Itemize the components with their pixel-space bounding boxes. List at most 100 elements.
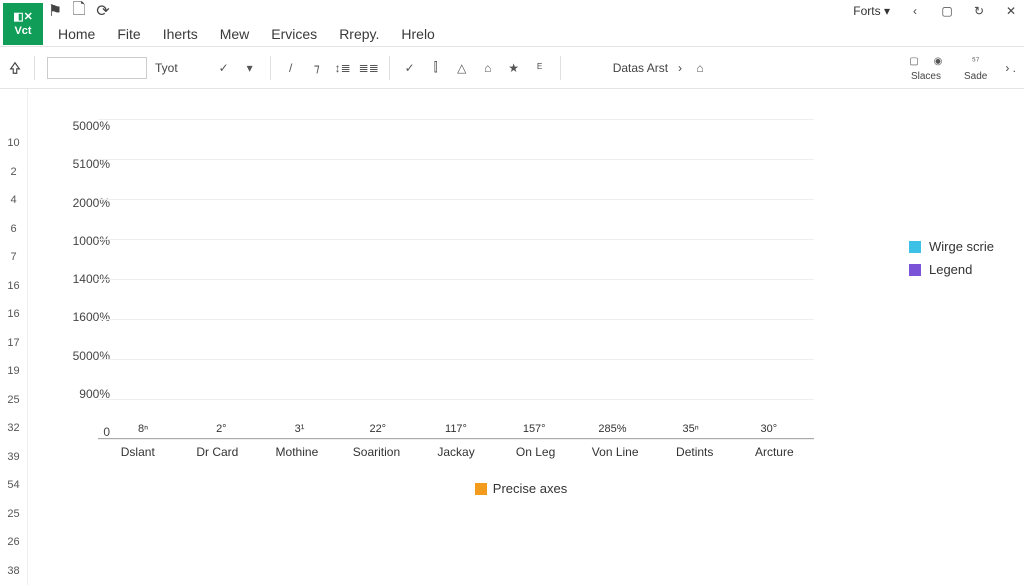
chart-legend: Wirge scrie Legend [909, 239, 994, 285]
toolbar: Tyot ✓ ▾ / ⁊ ↕≣ ≣≣ ✓ ⫿ △ ⌂ ★ ᴱ Datas Ars… [0, 47, 1024, 89]
app-badge-top: ◧✕ [13, 10, 33, 24]
quick-access: ⚑ 🗋 ⟳ [48, 4, 110, 18]
app-badge: ◧✕ Vct [3, 3, 43, 45]
datas-arst-label[interactable]: Datas Arst [613, 61, 668, 75]
x-tick-label: Dslant [98, 439, 178, 459]
sade-label: Sade [964, 71, 987, 82]
row-header[interactable]: 17 [0, 329, 27, 358]
row-header[interactable]: 16 [0, 300, 27, 329]
app-badge-bottom: Vct [14, 24, 31, 38]
row-headers: 1024671616171925323954252638 [0, 89, 28, 585]
forts-dropdown[interactable]: Forts ▾ [853, 4, 890, 18]
bar-value-label: 117° [445, 423, 467, 435]
sort-icon[interactable]: ↕≣ [335, 60, 351, 76]
check-icon[interactable]: ✓ [216, 60, 232, 76]
reload-icon[interactable]: ↻ [972, 4, 986, 18]
title-swatch [475, 483, 487, 495]
flag-icon[interactable]: ⚑ [48, 4, 62, 18]
tyot-label: Tyot [155, 61, 178, 75]
menu-iherts[interactable]: Iherts [163, 26, 198, 42]
menubar: Home Fite Iherts Mew Ervices Rrepy. Hrel… [0, 22, 1024, 47]
slaces-icon-1: ▢ [906, 53, 922, 69]
breadcrumb-sep: › [678, 61, 682, 75]
list-icon[interactable]: ≣≣ [361, 60, 377, 76]
legend-label: Legend [929, 262, 972, 277]
x-tick-label: Dr Card [178, 439, 258, 459]
refresh-icon[interactable]: ⟳ [96, 4, 110, 18]
menu-ervices[interactable]: Ervices [271, 26, 317, 42]
x-axis-labels: DslantDr CardMothineSoaritionJackayOn Le… [98, 439, 814, 459]
row-header[interactable]: 19 [0, 357, 27, 386]
row-header[interactable]: 25 [0, 386, 27, 415]
menu-hrelo[interactable]: Hrelo [401, 26, 434, 42]
bar-value-label: 35ⁿ [683, 423, 699, 435]
legend-item: Legend [909, 262, 994, 277]
row-header[interactable]: 38 [0, 557, 27, 585]
chart-container: 5000%5100%2000%1000%1400%1600%5000%900%0… [28, 89, 1024, 585]
home2-icon[interactable]: ⌂ [692, 60, 708, 76]
row-header[interactable]: 26 [0, 528, 27, 557]
legend-swatch [909, 264, 921, 276]
slaces-label: Slaces [911, 71, 941, 82]
chart-plot: 5000%5100%2000%1000%1400%1600%5000%900%0… [98, 119, 814, 439]
box-icon[interactable]: ▢ [940, 4, 954, 18]
bar-value-label: 22° [369, 423, 386, 435]
menu-home[interactable]: Home [58, 26, 95, 42]
row-header[interactable]: 6 [0, 215, 27, 244]
cell-reference-input[interactable] [47, 57, 147, 79]
chevron-down-icon[interactable]: ▾ [242, 60, 258, 76]
x-tick-label: Detints [655, 439, 735, 459]
x-tick-label: Mothine [257, 439, 337, 459]
legend-swatch [909, 241, 921, 253]
bar-value-label: 3¹ [295, 423, 305, 435]
exp-icon[interactable]: ᴱ [532, 60, 548, 76]
x-tick-label: Soarition [337, 439, 417, 459]
triangle-icon[interactable]: △ [454, 60, 470, 76]
row-header[interactable]: 54 [0, 471, 27, 500]
menu-mew[interactable]: Mew [220, 26, 250, 42]
row-header[interactable]: 16 [0, 272, 27, 301]
window-controls: Forts ▾ ‹ ▢ ↻ ✕ [853, 4, 1018, 18]
row-header[interactable]: 2 [0, 158, 27, 187]
sade-panel[interactable]: ⁵⁷ Sade [964, 53, 987, 82]
row-header[interactable]: 32 [0, 414, 27, 443]
check2-icon[interactable]: ✓ [402, 60, 418, 76]
row-header[interactable]: 39 [0, 443, 27, 472]
legend-item: Wirge scrie [909, 239, 994, 254]
row-header[interactable]: 25 [0, 500, 27, 529]
chart-title-text: Precise axes [493, 481, 567, 496]
x-tick-label: Arcture [735, 439, 815, 459]
slaces-icon-2: ◉ [930, 53, 946, 69]
up-arrow-icon[interactable] [8, 61, 22, 75]
menu-fite[interactable]: Fite [117, 26, 140, 42]
format-icon[interactable]: ⁊ [309, 60, 325, 76]
main-area: 1024671616171925323954252638 5000%5100%2… [0, 89, 1024, 585]
chart-title: Precise axes [58, 481, 984, 496]
newfile-icon[interactable]: 🗋 [72, 4, 86, 18]
star-icon[interactable]: ★ [506, 60, 522, 76]
bar-value-label: 285% [598, 423, 626, 435]
back-icon[interactable]: ‹ [908, 4, 922, 18]
slaces-panel[interactable]: ▢ ◉ Slaces [906, 53, 946, 82]
toolbar-group-3: ✓ ⫿ △ ⌂ ★ ᴱ [402, 60, 548, 76]
titlebar: ⚑ 🗋 ⟳ Forts ▾ ‹ ▢ ↻ ✕ [0, 0, 1024, 22]
italic-icon[interactable]: / [283, 60, 299, 76]
toolbar-group-2: / ⁊ ↕≣ ≣≣ [283, 60, 377, 76]
row-header[interactable]: 4 [0, 186, 27, 215]
bar-value-label: 2° [216, 423, 227, 435]
close-icon[interactable]: ✕ [1004, 4, 1018, 18]
row-header[interactable]: 7 [0, 243, 27, 272]
row-header[interactable]: 10 [0, 129, 27, 158]
home-icon[interactable]: ⌂ [480, 60, 496, 76]
x-tick-label: Jackay [416, 439, 496, 459]
barchart-icon[interactable]: ⫿ [428, 60, 444, 76]
bar-value-label: 30° [761, 423, 778, 435]
menu-rrepy[interactable]: Rrepy. [339, 26, 379, 42]
toolbar-group-1: ✓ ▾ [216, 60, 258, 76]
toolbar-end[interactable]: › . [1005, 61, 1016, 75]
breadcrumb: Datas Arst › ⌂ [613, 60, 708, 76]
bar-value-label: 157° [523, 423, 546, 435]
x-tick-label: On Leg [496, 439, 576, 459]
bar-value-label: 8ⁿ [138, 423, 148, 435]
chart-bars: 8ⁿ 2° 3¹ 22° 117° 157° 285% 35ⁿ 30° [98, 119, 814, 439]
